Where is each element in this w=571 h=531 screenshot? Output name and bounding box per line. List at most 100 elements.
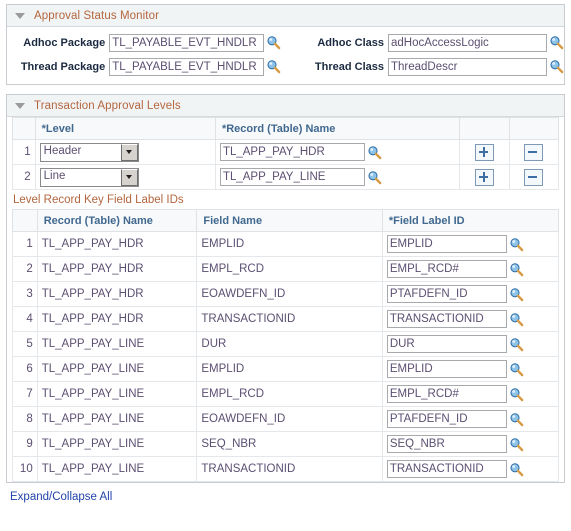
row-number: 2 xyxy=(12,164,36,190)
remove-row-cell xyxy=(508,164,560,190)
record-table-name-cell: TL_APP_PAY_LINE xyxy=(36,456,198,482)
lookup-magnifier-icon[interactable] xyxy=(509,337,524,352)
level-cell: Header xyxy=(34,139,216,165)
adhoc-class-label: Adhoc Class xyxy=(317,36,384,49)
column-header-label-id: *Field Label ID xyxy=(381,209,560,232)
table-row: 5 TL_APP_PAY_LINE DUR xyxy=(12,331,560,357)
section-approval-status-monitor: Approval Status Monitor Adhoc Package Ad… xyxy=(6,4,565,85)
table-row: 4 TL_APP_PAY_HDR TRANSACTIONID xyxy=(12,306,560,332)
lookup-magnifier-icon[interactable] xyxy=(266,59,281,74)
level-record-key-table: Record (Table) Name Field Name *Field La… xyxy=(12,209,560,482)
field-label-id-input[interactable] xyxy=(386,235,507,253)
lookup-magnifier-icon[interactable] xyxy=(509,287,524,302)
table-row: 1 Header xyxy=(12,139,560,165)
lookup-magnifier-icon[interactable] xyxy=(549,59,564,74)
grid-title-level-record-key-field-label-ids: Level Record Key Field Label IDs xyxy=(7,190,564,209)
form-row-thread: Thread Package Thread Class xyxy=(7,56,564,77)
field-label-id-cell xyxy=(381,456,560,482)
table-header-row: *Level *Record (Table) Name xyxy=(12,117,560,140)
field-label-id-input[interactable] xyxy=(386,360,507,378)
adhoc-package-input[interactable] xyxy=(109,33,265,52)
record-table-name-cell: TL_APP_PAY_LINE xyxy=(36,331,198,357)
lookup-magnifier-icon[interactable] xyxy=(266,35,281,50)
field-label-id-input[interactable] xyxy=(386,460,507,478)
level-cell: Line xyxy=(34,164,216,190)
add-row-cell xyxy=(459,164,510,190)
add-row-button[interactable] xyxy=(474,168,494,186)
record-name-input[interactable] xyxy=(219,143,365,161)
thread-package-input[interactable] xyxy=(109,57,265,76)
record-table-name-cell: TL_APP_PAY_LINE xyxy=(36,356,198,382)
lookup-magnifier-icon[interactable] xyxy=(509,237,524,252)
lookup-magnifier-icon[interactable] xyxy=(509,362,524,377)
expand-collapse-all-link[interactable]: Expand/Collapse All xyxy=(10,491,112,503)
remove-row-button[interactable] xyxy=(524,143,544,161)
field-label-id-cell xyxy=(381,231,560,257)
collapse-triangle-icon[interactable] xyxy=(15,13,25,19)
table-row: 1 TL_APP_PAY_HDR EMPLID xyxy=(12,231,560,257)
record-name-input[interactable] xyxy=(219,168,365,186)
section-header-approval-status-monitor[interactable]: Approval Status Monitor xyxy=(7,5,564,27)
table-row: 2 TL_APP_PAY_HDR EMPL_RCD xyxy=(12,256,560,282)
lookup-magnifier-icon[interactable] xyxy=(367,145,382,160)
field-label-id-cell xyxy=(381,356,560,382)
field-name-cell: EMPL_RCD xyxy=(196,256,383,282)
section-body-approval-status-monitor: Adhoc Package Adhoc Class Thread xyxy=(7,27,564,84)
field-label-id-cell xyxy=(381,256,560,282)
lookup-magnifier-icon[interactable] xyxy=(367,170,382,185)
lookup-magnifier-icon[interactable] xyxy=(509,387,524,402)
grid-transaction-approval-levels: *Level *Record (Table) Name 1 Header TL_… xyxy=(12,117,560,190)
record-table-name-cell: TL_APP_PAY_LINE xyxy=(36,381,198,407)
column-header-record: Record (Table) Name xyxy=(36,209,198,232)
row-number: 4 xyxy=(12,306,38,332)
form-row-adhoc: Adhoc Package Adhoc Class xyxy=(7,32,564,53)
collapse-triangle-icon[interactable] xyxy=(15,103,25,109)
field-label-id-input[interactable] xyxy=(386,310,507,328)
thread-class-input[interactable] xyxy=(388,57,547,76)
record-table-name-cell: TL_APP_PAY_HDR xyxy=(36,281,198,307)
record-table-name-cell: TL_APP_PAY_HDR xyxy=(36,231,198,257)
record-table-name-cell: TL_APP_PAY_HDR xyxy=(36,306,198,332)
field-name-cell: EMPL_RCD xyxy=(196,381,383,407)
lookup-magnifier-icon[interactable] xyxy=(509,262,524,277)
level-select[interactable]: Header xyxy=(39,142,139,162)
adhoc-class-input[interactable] xyxy=(388,33,547,52)
table-row: 2 Line xyxy=(12,164,560,190)
field-label-id-input[interactable] xyxy=(386,335,507,353)
lookup-magnifier-icon[interactable] xyxy=(509,312,524,327)
remove-row-button[interactable] xyxy=(524,168,544,186)
column-header-level: *Level xyxy=(34,117,216,140)
adhoc-package-label: Adhoc Package xyxy=(23,36,106,49)
field-label-id-input[interactable] xyxy=(386,435,507,453)
level-select[interactable]: Line xyxy=(39,167,139,187)
field-name-cell: TRANSACTIONID xyxy=(196,306,383,332)
field-label-id-input[interactable] xyxy=(386,410,507,428)
table-row: 3 TL_APP_PAY_HDR EOAWDEFN_ID xyxy=(12,281,560,307)
field-name-cell: TRANSACTIONID xyxy=(196,456,383,482)
chevron-down-icon[interactable] xyxy=(120,143,138,161)
lookup-magnifier-icon[interactable] xyxy=(509,462,524,477)
field-label-id-cell xyxy=(381,381,560,407)
chevron-down-icon[interactable] xyxy=(120,168,138,186)
section-header-transaction-approval-levels[interactable]: Transaction Approval Levels xyxy=(7,95,564,117)
field-label-id-input[interactable] xyxy=(386,285,507,303)
lookup-magnifier-icon[interactable] xyxy=(509,412,524,427)
field-label-id-input[interactable] xyxy=(386,260,507,278)
column-header-field: Field Name xyxy=(196,209,383,232)
add-row-button[interactable] xyxy=(474,143,494,161)
table-row: 10 TL_APP_PAY_LINE TRANSACTIONID xyxy=(12,456,560,482)
column-header-rownum xyxy=(12,117,36,140)
lookup-magnifier-icon[interactable] xyxy=(549,35,564,50)
field-name-cell: EOAWDEFN_ID xyxy=(196,281,383,307)
field-name-cell: SEQ_NBR xyxy=(196,431,383,457)
column-header-add xyxy=(459,117,510,140)
lookup-magnifier-icon[interactable] xyxy=(509,437,524,452)
row-number: 6 xyxy=(12,356,38,382)
row-number: 7 xyxy=(12,381,38,407)
column-header-remove xyxy=(508,117,560,140)
field-label-id-input[interactable] xyxy=(386,385,507,403)
field-label-id-cell xyxy=(381,306,560,332)
record-table-name-cell: TL_APP_PAY_LINE xyxy=(36,406,198,432)
column-header-rownum xyxy=(12,209,38,232)
thread-class-label: Thread Class xyxy=(314,60,384,73)
